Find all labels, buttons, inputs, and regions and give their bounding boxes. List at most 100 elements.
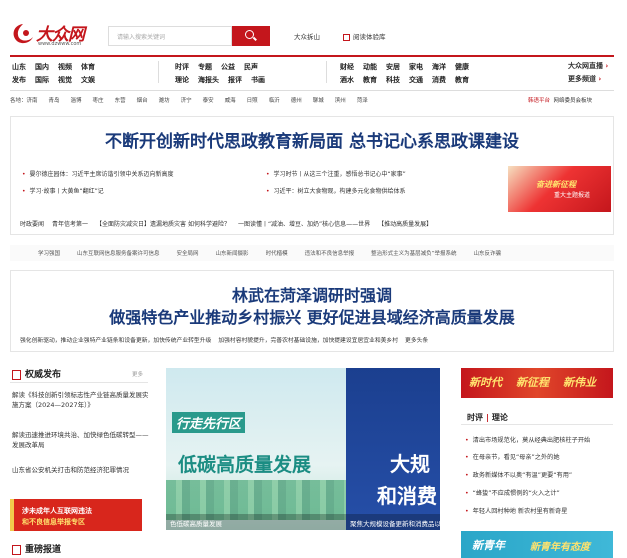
city-link[interactable]: 东营 (115, 98, 126, 104)
nav-item[interactable]: 民声 (244, 61, 258, 74)
city-link[interactable]: 淄博 (71, 98, 82, 104)
more-channels-link[interactable]: 更多频道 (568, 73, 608, 86)
image-carousel[interactable]: 行走先行区 低碳高质量发展 色低碳高质量发展 大规 和消费 聚焦大规模设备更新和… (166, 368, 440, 530)
list-item[interactable]: 清出市场规范化，莫从经典出肥核柱子开始 (465, 435, 591, 444)
topic-link[interactable]: 学习强国 (38, 251, 60, 257)
nav-item[interactable]: 报评 (228, 74, 242, 87)
topic-link[interactable]: 时代楷模 (266, 251, 288, 257)
tab-commentary[interactable]: 时评 (467, 413, 483, 422)
topic-link[interactable]: 安全局网 (177, 251, 199, 257)
slide-tag: 行走先行区 (172, 412, 246, 433)
nav-item[interactable]: 海洋 (432, 61, 446, 74)
nav-item[interactable]: 教育 (455, 74, 469, 87)
news-link[interactable]: 习近平：树立大食物观，构建多元化食物供给体系 (266, 186, 406, 195)
nav-item[interactable]: 财经 (340, 61, 354, 74)
list-item[interactable]: 在母亲节，看见“母亲”之外的她 (465, 452, 560, 461)
city-link[interactable]: 临沂 (269, 98, 280, 104)
nav-item[interactable]: 视频 (58, 61, 72, 74)
topic-link[interactable]: 山东反诈骗 (473, 251, 501, 257)
site-logo[interactable]: 大众网 www.dzwww.com (10, 20, 90, 50)
feature-banner[interactable]: 奋进新征程 重大主题报道 (508, 166, 611, 212)
city-link[interactable]: 威海 (225, 98, 236, 104)
live-link[interactable]: 大众网直播 (568, 60, 608, 73)
carousel-slide[interactable]: 大规 和消费 聚焦大规模设备更新和消费品以旧换新 (346, 368, 440, 530)
nav-item[interactable]: 教育 (363, 74, 377, 87)
list-item[interactable]: 山东省公安机关打击和防范经济犯罪情况 (12, 465, 150, 475)
list-item[interactable]: 政务新媒体不以奥“有温”更要“有用” (465, 470, 572, 479)
gov-link[interactable]: 网络委员会板块 (554, 98, 593, 104)
reader-link[interactable]: 阅读体验库 (343, 31, 386, 41)
nav-item[interactable]: 山东 (12, 61, 26, 74)
city-link[interactable]: 潍坊 (159, 98, 170, 104)
ticker-item[interactable]: 一图读懂丨“减油、增豆、加奶”核心信息——世界 (238, 221, 370, 228)
nav-item[interactable]: 体育 (81, 61, 95, 74)
city-link[interactable]: 各地：济南 (10, 98, 38, 104)
nav-item[interactable]: 国际 (35, 74, 49, 87)
topic-links: 学习强国 山东互联网信息服务备案许可信息 安全局网 山东新闻摄影 时代楷模 违法和不良信息… (10, 245, 614, 261)
more-link[interactable]: 更多 (132, 370, 143, 378)
nav-item[interactable]: 专题 (198, 61, 212, 74)
list-item[interactable]: 解读迅速推进环境共治、加快绿色低碳转型——发展改革局 (12, 430, 150, 450)
nav-item[interactable]: 理论 (175, 74, 189, 87)
nav-item[interactable]: 国内 (35, 61, 49, 74)
more-headlines-link[interactable]: 更多头条 (405, 338, 428, 344)
city-link[interactable]: 滨州 (335, 98, 346, 104)
news-link[interactable]: 学习时节丨从这三个注重，感悟总书记心中“家事” (266, 169, 406, 178)
news-link[interactable]: 晏尔德庄园体：习近平主席访谐引领中关系迈向新高度 (22, 169, 174, 178)
topic-link[interactable]: 整治形式主义为基层减负”举报系统 (371, 251, 456, 257)
list-item[interactable]: 年轻人回村种地 新农村里有新奇星 (465, 506, 568, 515)
city-link[interactable]: 烟台 (137, 98, 148, 104)
city-link[interactable]: 青岛 (49, 98, 60, 104)
main-headline[interactable]: 不断开创新时代思政教育新局面 总书记心系思政课建设 (10, 127, 614, 152)
sub-headline[interactable]: 加强村容村貌提升，完善农村基础设施，加快提建设宜居宜业和美乡村 (218, 338, 398, 344)
news-link[interactable]: 学习·故事丨大黄鱼“翻红”记 (22, 186, 104, 195)
city-link[interactable]: 日照 (247, 98, 258, 104)
search-button[interactable] (232, 26, 270, 46)
nav-item[interactable]: 安居 (386, 61, 400, 74)
city-link[interactable]: 德州 (291, 98, 302, 104)
ticker-item[interactable]: 时政要闻 (20, 221, 44, 228)
report-banner[interactable]: 涉未成年人互联网违法 和不良信息举报专区 (10, 499, 142, 531)
second-headline-line2[interactable]: 做强特色产业推动乡村振兴 更好促进县域经济高质量发展 (10, 304, 614, 328)
city-link[interactable]: 枣庄 (93, 98, 104, 104)
intl-link[interactable]: 韩语平台 (528, 98, 550, 104)
nav-item[interactable]: 视觉 (58, 74, 72, 87)
second-headline-line1[interactable]: 林武在菏泽调研时强调 (10, 282, 614, 306)
city-link[interactable]: 菏泽 (357, 98, 368, 104)
carousel-slide[interactable]: 行走先行区 低碳高质量发展 色低碳高质量发展 (166, 368, 346, 530)
nav-item[interactable]: 发布 (12, 74, 26, 87)
logo-url: www.dzwww.com (38, 41, 82, 47)
sub-headline[interactable]: 强化创新驱动，推动企业强特产业链条和设备更新，加快传统产业转型升级 (20, 338, 211, 344)
topic-link[interactable]: 山东新闻摄影 (216, 251, 249, 257)
city-link[interactable]: 聊城 (313, 98, 324, 104)
list-item[interactable]: “蜂蛰”不应成惯例的“火入之计” (465, 488, 560, 497)
ticker-item[interactable]: 青年信考第一 (52, 221, 88, 228)
nav-item[interactable]: 海报头 (198, 74, 219, 87)
ticker-item[interactable]: 【推动高质量发展】 (378, 221, 432, 228)
nav-item[interactable]: 消费 (432, 74, 446, 87)
forum-link[interactable]: 大众拆山 (294, 31, 320, 41)
city-links: 各地：济南 青岛 淄博 枣庄 东营 烟台 潍坊 济宁 泰安 威海 日照 临沂 德州 聊城 滨州 菏泽 (10, 96, 379, 104)
city-link[interactable]: 济宁 (181, 98, 192, 104)
nav-group-news: 山东 国内 视频 体育 发布 国际 视觉 文娱 (12, 61, 104, 87)
nav-item[interactable]: 动能 (363, 61, 377, 74)
nav-item[interactable]: 公益 (221, 61, 235, 74)
nav-item[interactable]: 酒水 (340, 74, 354, 87)
topic-link[interactable]: 违法和不良信息举报 (305, 251, 355, 257)
right-banner[interactable]: 新时代 新征程 新伟业 (461, 368, 613, 398)
nav-item[interactable]: 家电 (409, 61, 423, 74)
youth-banner[interactable]: 新青年 新青年有态度 (461, 531, 613, 558)
nav-item[interactable]: 时评 (175, 61, 189, 74)
nav-item[interactable]: 文娱 (81, 74, 95, 87)
search-input[interactable]: 请输入搜索关键词 (108, 26, 232, 46)
nav-item[interactable]: 健康 (455, 61, 469, 74)
list-item[interactable]: 解读《科技创新引领标志性产业链高质量发展实施方案（2024—2027年）》 (12, 390, 150, 410)
topic-link[interactable]: 山东互联网信息服务备案许可信息 (77, 251, 160, 257)
city-link[interactable]: 泰安 (203, 98, 214, 104)
nav-item[interactable]: 科技 (386, 74, 400, 87)
ticker-item[interactable]: 【全面防灾减灾日】遗漏地质灾害 如何科学避险？ (96, 221, 230, 228)
nav-item[interactable]: 交通 (409, 74, 423, 87)
tab-theory[interactable]: 理论 (492, 413, 508, 422)
nav-item[interactable]: 书画 (251, 74, 265, 87)
search-icon (245, 30, 254, 39)
